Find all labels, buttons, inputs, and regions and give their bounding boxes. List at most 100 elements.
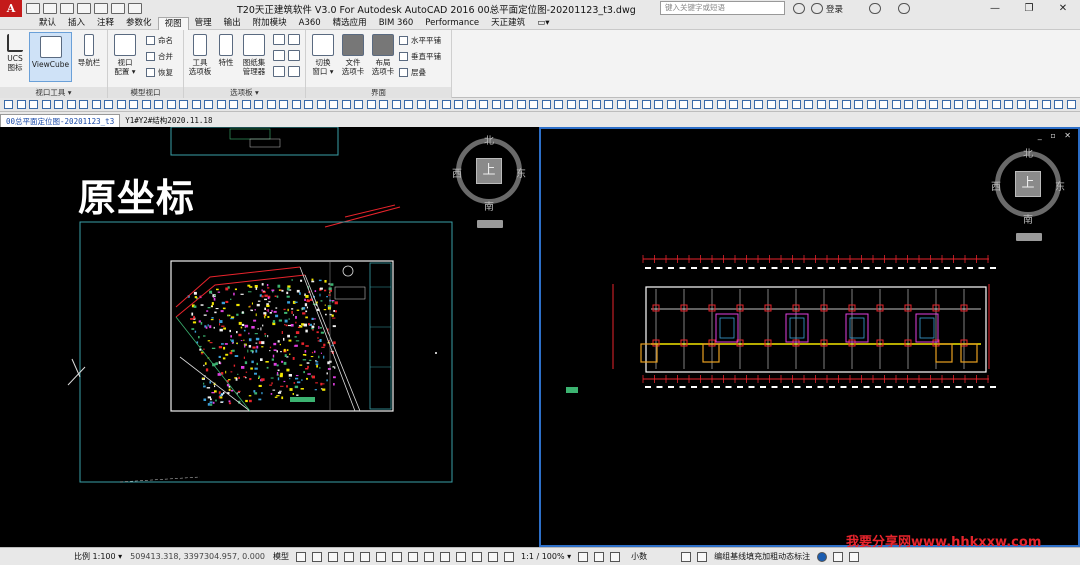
tianzheng-tool-icon[interactable] bbox=[191, 100, 201, 109]
tianzheng-tool-icon[interactable] bbox=[466, 100, 476, 109]
ribbon-tab[interactable]: 注释 bbox=[91, 17, 120, 30]
tianzheng-tool-icon[interactable] bbox=[916, 100, 926, 109]
tianzheng-tool-icon[interactable] bbox=[316, 100, 326, 109]
ribbon-tab[interactable]: 默认 bbox=[33, 17, 62, 30]
tianzheng-tool-icon[interactable] bbox=[841, 100, 851, 109]
tianzheng-tool-icon[interactable] bbox=[329, 100, 338, 109]
tianzheng-status-toggles[interactable]: 编组基线填充加粗动态标注 bbox=[710, 551, 814, 562]
tianzheng-tool-icon[interactable] bbox=[866, 100, 876, 109]
tianzheng-tool-icon[interactable] bbox=[416, 100, 426, 109]
viewcube-top-face[interactable]: 上 bbox=[1015, 171, 1041, 197]
tianzheng-tool-icon[interactable] bbox=[804, 100, 813, 109]
wcs-menu[interactable] bbox=[1016, 233, 1042, 241]
tianzheng-tool-icon[interactable] bbox=[1054, 100, 1063, 109]
compass-east[interactable]: 东 bbox=[514, 165, 528, 180]
tianzheng-tool-icon[interactable] bbox=[266, 100, 276, 109]
tianzheng-tool-icon[interactable] bbox=[566, 100, 576, 109]
tianzheng-tool-icon[interactable] bbox=[629, 100, 638, 109]
ribbon-tab[interactable]: 插入 bbox=[62, 17, 91, 30]
tianzheng-tool-icon[interactable] bbox=[179, 100, 188, 109]
tianzheng-tool-icon[interactable] bbox=[66, 100, 76, 109]
annotation-scale-dropdown[interactable]: 1:1 / 100% ▾ bbox=[517, 552, 575, 561]
tianzheng-tool-icon[interactable] bbox=[491, 100, 501, 109]
ucs-icon-button[interactable]: UCS 图标 bbox=[3, 34, 27, 82]
viewport-window-controls[interactable]: _ ▫ ✕ bbox=[1038, 131, 1074, 140]
ribbon-tab[interactable]: 精选应用 bbox=[327, 17, 373, 30]
markup-icon[interactable] bbox=[288, 34, 300, 45]
globe-icon[interactable] bbox=[817, 551, 828, 562]
tianzheng-tool-icon[interactable] bbox=[479, 100, 488, 109]
minimize-button[interactable]: — bbox=[978, 0, 1012, 17]
model-space-button[interactable]: 模型 bbox=[269, 551, 293, 562]
tianzheng-tool-icon[interactable] bbox=[791, 100, 801, 109]
tianzheng-tool-icon[interactable] bbox=[554, 100, 563, 109]
navbar-button[interactable]: 导航栏 bbox=[75, 34, 103, 82]
right-viewport[interactable]: _ ▫ ✕ 上 北 南 东 西 bbox=[539, 127, 1080, 547]
units-dropdown[interactable]: 小数 bbox=[627, 551, 651, 562]
tianzheng-tool-icon[interactable] bbox=[929, 100, 938, 109]
3d-osnap-icon[interactable] bbox=[440, 551, 451, 562]
viewport-config-button[interactable]: 视口 配置 ▾ bbox=[110, 34, 140, 82]
tianzheng-tool-icon[interactable] bbox=[404, 100, 413, 109]
tianzheng-tool-icon[interactable] bbox=[41, 100, 51, 109]
tianzheng-tool-icon[interactable] bbox=[279, 100, 288, 109]
calculator-icon[interactable] bbox=[288, 50, 300, 61]
tianzheng-tool-icon[interactable] bbox=[154, 100, 163, 109]
tianzheng-tool-icon[interactable] bbox=[229, 100, 238, 109]
dynamic-ucs-icon[interactable] bbox=[456, 551, 467, 562]
tianzheng-tool-icon[interactable] bbox=[854, 100, 863, 109]
customize-icon[interactable] bbox=[697, 551, 708, 562]
transparency-icon[interactable] bbox=[408, 551, 419, 562]
compass-west[interactable]: 西 bbox=[989, 178, 1003, 193]
panel-title-viewport-tools[interactable]: 视口工具 ▾ bbox=[0, 87, 107, 98]
compass-east[interactable]: 东 bbox=[1053, 178, 1067, 193]
tianzheng-tool-icon[interactable] bbox=[441, 100, 451, 109]
tianzheng-tool-icon[interactable] bbox=[879, 100, 888, 109]
help-icon[interactable] bbox=[898, 3, 911, 14]
viewcube-left[interactable]: 上 北 南 东 西 bbox=[452, 136, 526, 238]
tianzheng-tool-icon[interactable] bbox=[1066, 100, 1076, 109]
tianzheng-tool-icon[interactable] bbox=[354, 100, 363, 109]
otrack-icon[interactable] bbox=[376, 551, 387, 562]
ribbon-tab-options-icon[interactable]: ▭▾ bbox=[531, 17, 555, 30]
tianzheng-tool-icon[interactable] bbox=[1029, 100, 1038, 109]
selection-cycle-icon[interactable] bbox=[424, 551, 435, 562]
left-viewport[interactable]: 原坐标 上 北 南 东 西 bbox=[0, 127, 538, 547]
wcs-menu[interactable] bbox=[477, 220, 503, 228]
tianzheng-tool-icon[interactable] bbox=[379, 100, 388, 109]
ribbon-tab[interactable]: 参数化 bbox=[120, 17, 158, 30]
restore-button[interactable]: ❐ bbox=[1012, 0, 1046, 17]
merge-viewport-button[interactable]: 合并 bbox=[146, 51, 173, 62]
tianzheng-tool-icon[interactable] bbox=[91, 100, 101, 109]
layer-icon[interactable] bbox=[273, 50, 285, 61]
ribbon-tab[interactable]: A360 bbox=[293, 17, 327, 30]
ribbon-tab[interactable]: 管理 bbox=[189, 17, 218, 30]
polar-icon[interactable] bbox=[344, 551, 355, 562]
redo-icon[interactable] bbox=[128, 3, 142, 14]
tianzheng-tool-icon[interactable] bbox=[529, 100, 538, 109]
tianzheng-tool-icon[interactable] bbox=[454, 100, 463, 109]
gizmo-icon[interactable] bbox=[488, 551, 499, 562]
compass-south[interactable]: 南 bbox=[1021, 211, 1035, 226]
sheet-set-button[interactable]: 图纸集 管理器 bbox=[238, 34, 270, 82]
layout-tabs-button[interactable]: 布局 选项卡 bbox=[368, 34, 398, 82]
tianzheng-tool-icon[interactable] bbox=[166, 100, 176, 109]
tianzheng-tool-icon[interactable] bbox=[904, 100, 913, 109]
quick-properties-icon[interactable] bbox=[681, 551, 692, 562]
viewcube-right[interactable]: 上 北 南 东 西 bbox=[991, 149, 1065, 251]
tianzheng-tool-icon[interactable] bbox=[54, 100, 63, 109]
tianzheng-tool-icon[interactable] bbox=[366, 100, 376, 109]
isolate-icon[interactable] bbox=[610, 551, 621, 562]
ribbon-tab[interactable]: 视图 bbox=[157, 16, 189, 30]
ribbon-tab[interactable]: 输出 bbox=[218, 17, 247, 30]
menu-icon[interactable] bbox=[849, 551, 860, 562]
workspace-gear-icon[interactable] bbox=[578, 551, 589, 562]
tianzheng-tool-icon[interactable] bbox=[1041, 100, 1051, 109]
name-viewport-button[interactable]: 命名 bbox=[146, 35, 173, 46]
tianzheng-tool-icon[interactable] bbox=[579, 100, 588, 109]
tianzheng-tool-icon[interactable] bbox=[679, 100, 688, 109]
close-button[interactable]: ✕ bbox=[1046, 0, 1080, 17]
ortho-icon[interactable] bbox=[328, 551, 339, 562]
lineweight-icon[interactable] bbox=[392, 551, 403, 562]
osnap-icon[interactable] bbox=[360, 551, 371, 562]
